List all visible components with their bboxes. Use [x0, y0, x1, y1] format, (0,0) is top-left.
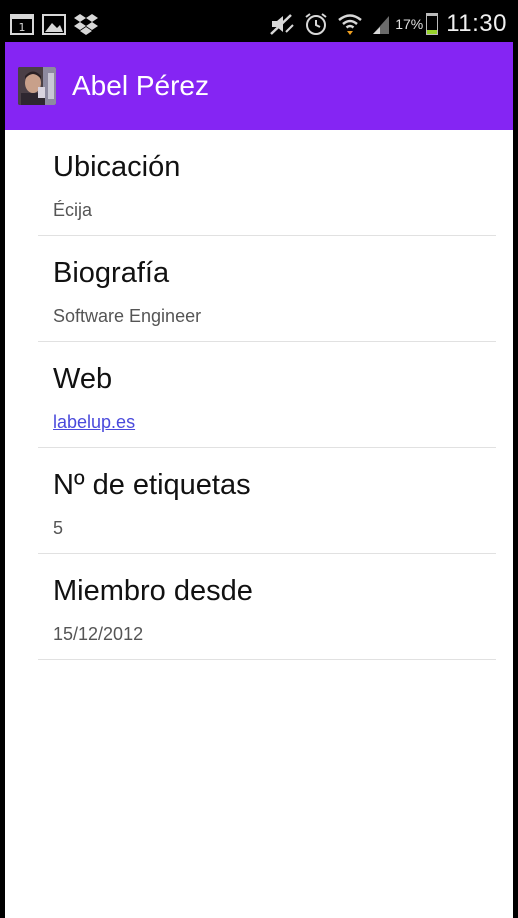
notification-icons: 1 — [9, 11, 105, 37]
battery-level-fill — [427, 30, 438, 34]
alarm-icon — [303, 12, 329, 36]
location-value: Écija — [53, 200, 93, 220]
mute-icon — [269, 12, 295, 36]
biography-value: Software Engineer — [53, 306, 202, 326]
screen: 1 17% 11:30 Abel Pérez Ubicación Écija B… — [5, 5, 513, 918]
dropbox-icon — [73, 12, 99, 36]
user-avatar[interactable] — [18, 67, 56, 105]
signal-icon — [371, 12, 391, 36]
page-title: Abel Pérez — [72, 70, 209, 101]
battery-percent: 17% — [395, 15, 424, 32]
biography-label: Biografía — [53, 257, 170, 289]
action-bar: Abel Pérez — [5, 42, 513, 130]
member-since-value: 15/12/2012 — [53, 624, 144, 644]
battery-icon — [426, 12, 439, 35]
member-since-label: Miembro desde — [53, 575, 253, 607]
profile-item-tag-count: Nº de etiquetas 5 — [38, 448, 496, 554]
location-label: Ubicación — [53, 151, 181, 183]
status-bar: 1 17% 11:30 — [5, 5, 513, 42]
tag-count-value: 5 — [53, 518, 64, 538]
profile-item-member-since: Miembro desde 15/12/2012 — [38, 554, 496, 660]
web-link[interactable]: labelup.es — [53, 412, 135, 433]
calendar-day-text: 1 — [19, 21, 26, 34]
device-frame: 1 17% 11:30 Abel Pérez Ubicación Écija B… — [0, 0, 518, 918]
gallery-notification-icon — [41, 12, 67, 36]
calendar-notification-icon: 1 — [9, 12, 35, 36]
clock: 11:30 — [446, 9, 507, 37]
tag-count-label: Nº de etiquetas — [53, 469, 251, 501]
profile-item-biography: Biografía Software Engineer — [38, 236, 496, 342]
profile-item-web: Web labelup.es — [38, 342, 496, 448]
system-icons: 17% 11:30 — [269, 7, 507, 40]
profile-item-location: Ubicación Écija — [38, 130, 496, 236]
web-label: Web — [53, 363, 113, 395]
wifi-icon — [337, 12, 363, 36]
profile-details: Ubicación Écija Biografía Software Engin… — [5, 130, 513, 660]
